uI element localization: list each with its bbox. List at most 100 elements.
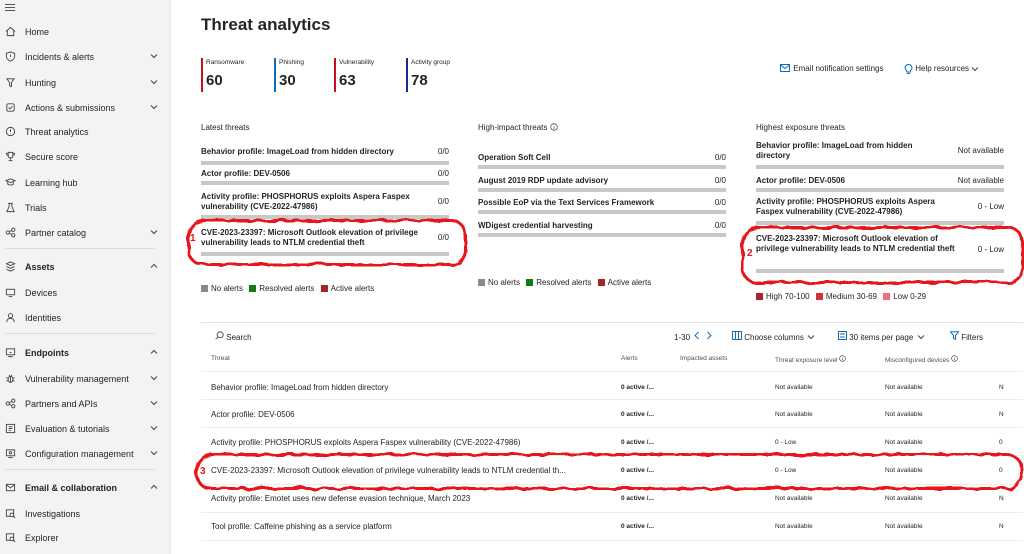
high-impact-row[interactable]: WDigest credential harvesting 0/0 bbox=[478, 221, 726, 241]
partner-icon bbox=[5, 227, 16, 238]
nav-email-collaboration[interactable]: Email & collaboration bbox=[0, 478, 171, 498]
high-impact-title-label: High-impact threats bbox=[478, 123, 548, 132]
high-impact-row[interactable]: Operation Soft Cell 0/0 bbox=[478, 153, 726, 173]
legend-item: Medium 30-69 bbox=[815, 292, 877, 301]
choose-columns-label: Choose columns bbox=[744, 333, 804, 342]
threat-cell[interactable]: Actor profile: DEV-0506 bbox=[211, 410, 611, 419]
stat-activity-group[interactable]: Activity group 78 bbox=[406, 58, 450, 92]
page-range: 1-30 bbox=[674, 333, 691, 342]
alert-status-bar bbox=[478, 233, 726, 237]
nav-label: Explorer bbox=[25, 533, 59, 543]
legend-item: Active alerts bbox=[320, 284, 374, 293]
nav-evaluation-tutorials[interactable]: Evaluation & tutorials bbox=[0, 419, 171, 439]
extra-cell: N bbox=[999, 411, 1004, 418]
col-header-misconfigured-devices[interactable]: Misconfigured devices bbox=[885, 355, 958, 364]
nav-incidents-alerts[interactable]: Incidents & alerts bbox=[0, 47, 171, 67]
alert-count: 0/0 bbox=[714, 176, 726, 185]
evaluation-icon bbox=[5, 423, 16, 434]
exposure-legend: High 70-100 Medium 30-69 Low 0-29 bbox=[756, 292, 930, 301]
exposure-bar bbox=[756, 188, 1004, 192]
nav-vulnerability-management[interactable]: Vulnerability management bbox=[0, 369, 171, 389]
nav-learning-hub[interactable]: Learning hub bbox=[0, 173, 171, 193]
nav-devices[interactable]: Devices bbox=[0, 283, 171, 303]
threat-cell[interactable]: Activity profile: PHOSPHORUS exploits As… bbox=[211, 438, 611, 447]
legend-label: High 70-100 bbox=[766, 292, 810, 301]
stat-accent-bar bbox=[406, 58, 408, 92]
nav-label: Partners and APIs bbox=[25, 399, 98, 409]
nav-home[interactable]: Home bbox=[0, 22, 171, 42]
exposure-row[interactable]: Activity profile: PHOSPHORUS exploits As… bbox=[756, 197, 1004, 227]
nav-label: Investigations bbox=[25, 509, 81, 519]
exposure-row[interactable]: Actor profile: DEV-0506 Not available bbox=[756, 176, 1004, 196]
exposure-row[interactable]: Behavior profile: ImageLoad from hidden … bbox=[756, 141, 1004, 171]
alert-status-bar bbox=[478, 165, 726, 169]
nav-partners-apis[interactable]: Partners and APIs bbox=[0, 394, 171, 414]
alerts-cell: 0 active /... bbox=[621, 411, 654, 418]
alert-status-bar bbox=[201, 161, 449, 165]
nav-hunting[interactable]: Hunting bbox=[0, 73, 171, 93]
chevron-down-icon bbox=[807, 335, 815, 340]
nav-assets[interactable]: Assets bbox=[0, 257, 171, 277]
nav-label: Configuration management bbox=[25, 449, 134, 459]
legend-item: No alerts bbox=[201, 284, 243, 293]
nav-investigations[interactable]: Investigations bbox=[0, 504, 171, 524]
filters-button[interactable]: Filters bbox=[949, 331, 983, 342]
nav-identities[interactable]: Identities bbox=[0, 308, 171, 328]
chevron-right-icon[interactable] bbox=[704, 331, 714, 340]
stat-vulnerability[interactable]: Vulnerability 63 bbox=[334, 58, 374, 92]
alerts-cell: 0 active /... bbox=[621, 384, 654, 391]
chevron-left-icon[interactable] bbox=[692, 331, 702, 340]
mail-settings-icon bbox=[780, 64, 790, 73]
latest-threat-row[interactable]: Actor profile: DEV-0506 0/0 bbox=[201, 169, 449, 189]
high-impact-row[interactable]: August 2019 RDP update advisory 0/0 bbox=[478, 176, 726, 196]
threat-cell[interactable]: Tool profile: Caffeine phishing as a ser… bbox=[211, 522, 611, 531]
threat-cell[interactable]: Activity profile: Emotet uses new defens… bbox=[211, 494, 611, 503]
alerts-cell: 0 active /... bbox=[621, 523, 654, 530]
mail-icon bbox=[5, 483, 16, 492]
latest-threats-title: Latest threats bbox=[201, 123, 250, 132]
help-resources-link[interactable]: Help resources bbox=[904, 63, 979, 74]
config-icon bbox=[5, 449, 16, 459]
stat-phishing[interactable]: Phishing 30 bbox=[274, 58, 304, 92]
search-placeholder: Search bbox=[226, 333, 252, 342]
nav-threat-analytics[interactable]: Threat analytics bbox=[0, 122, 171, 142]
nav-configuration-management[interactable]: Configuration management bbox=[0, 444, 171, 464]
threat-name: Possible EoP via the Text Services Frame… bbox=[478, 198, 655, 207]
partner-icon bbox=[5, 398, 16, 409]
info-icon[interactable] bbox=[549, 123, 558, 131]
email-notification-label: Email notification settings bbox=[793, 64, 884, 73]
choose-columns-button[interactable]: Choose columns bbox=[732, 331, 816, 342]
nav-label: Actions & submissions bbox=[25, 103, 116, 113]
search-box[interactable]: Search bbox=[215, 331, 252, 342]
col-header-exposure-level[interactable]: Threat exposure level bbox=[775, 355, 847, 364]
nav-trials[interactable]: Trials bbox=[0, 198, 171, 218]
legend-label: Active alerts bbox=[607, 278, 652, 287]
legend-item: No alerts bbox=[478, 278, 520, 287]
annotation-circle-3 bbox=[195, 453, 1023, 490]
stat-ransomware[interactable]: Ransomware 60 bbox=[201, 58, 244, 92]
col-header-impacted-assets[interactable]: Impacted assets bbox=[680, 355, 727, 362]
chevron-down-icon bbox=[150, 451, 158, 456]
threat-name: Activity profile: PHOSPHORUS exploits As… bbox=[201, 192, 410, 211]
legend-swatch bbox=[526, 279, 534, 286]
nav-actions-submissions[interactable]: Actions & submissions bbox=[0, 98, 171, 118]
col-header-alerts[interactable]: Alerts bbox=[621, 355, 638, 362]
high-impact-row[interactable]: Possible EoP via the Text Services Frame… bbox=[478, 198, 726, 218]
latest-threat-row[interactable]: Activity profile: PHOSPHORUS exploits As… bbox=[201, 192, 449, 222]
nav-partner-catalog[interactable]: Partner catalog bbox=[0, 223, 171, 243]
chevron-up-icon bbox=[150, 349, 158, 354]
threat-cell[interactable]: Behavior profile: ImageLoad from hidden … bbox=[211, 383, 611, 392]
email-notification-settings-link[interactable]: Email notification settings bbox=[780, 64, 884, 73]
chevron-down-icon bbox=[150, 105, 158, 110]
nav-endpoints[interactable]: Endpoints bbox=[0, 343, 171, 363]
legend-label: Resolved alerts bbox=[259, 284, 315, 293]
nav-label: Learning hub bbox=[25, 178, 78, 188]
col-header-threat[interactable]: Threat bbox=[211, 355, 230, 362]
items-per-page-dropdown[interactable]: 30 items per page bbox=[838, 331, 926, 342]
row-divider bbox=[201, 371, 1023, 372]
nav-secure-score[interactable]: Secure score bbox=[0, 147, 171, 167]
menu-icon[interactable] bbox=[5, 2, 15, 12]
stat-label: Ransomware bbox=[206, 59, 245, 66]
nav-explorer[interactable]: Explorer bbox=[0, 528, 171, 548]
threat-name: August 2019 RDP update advisory bbox=[478, 176, 609, 185]
